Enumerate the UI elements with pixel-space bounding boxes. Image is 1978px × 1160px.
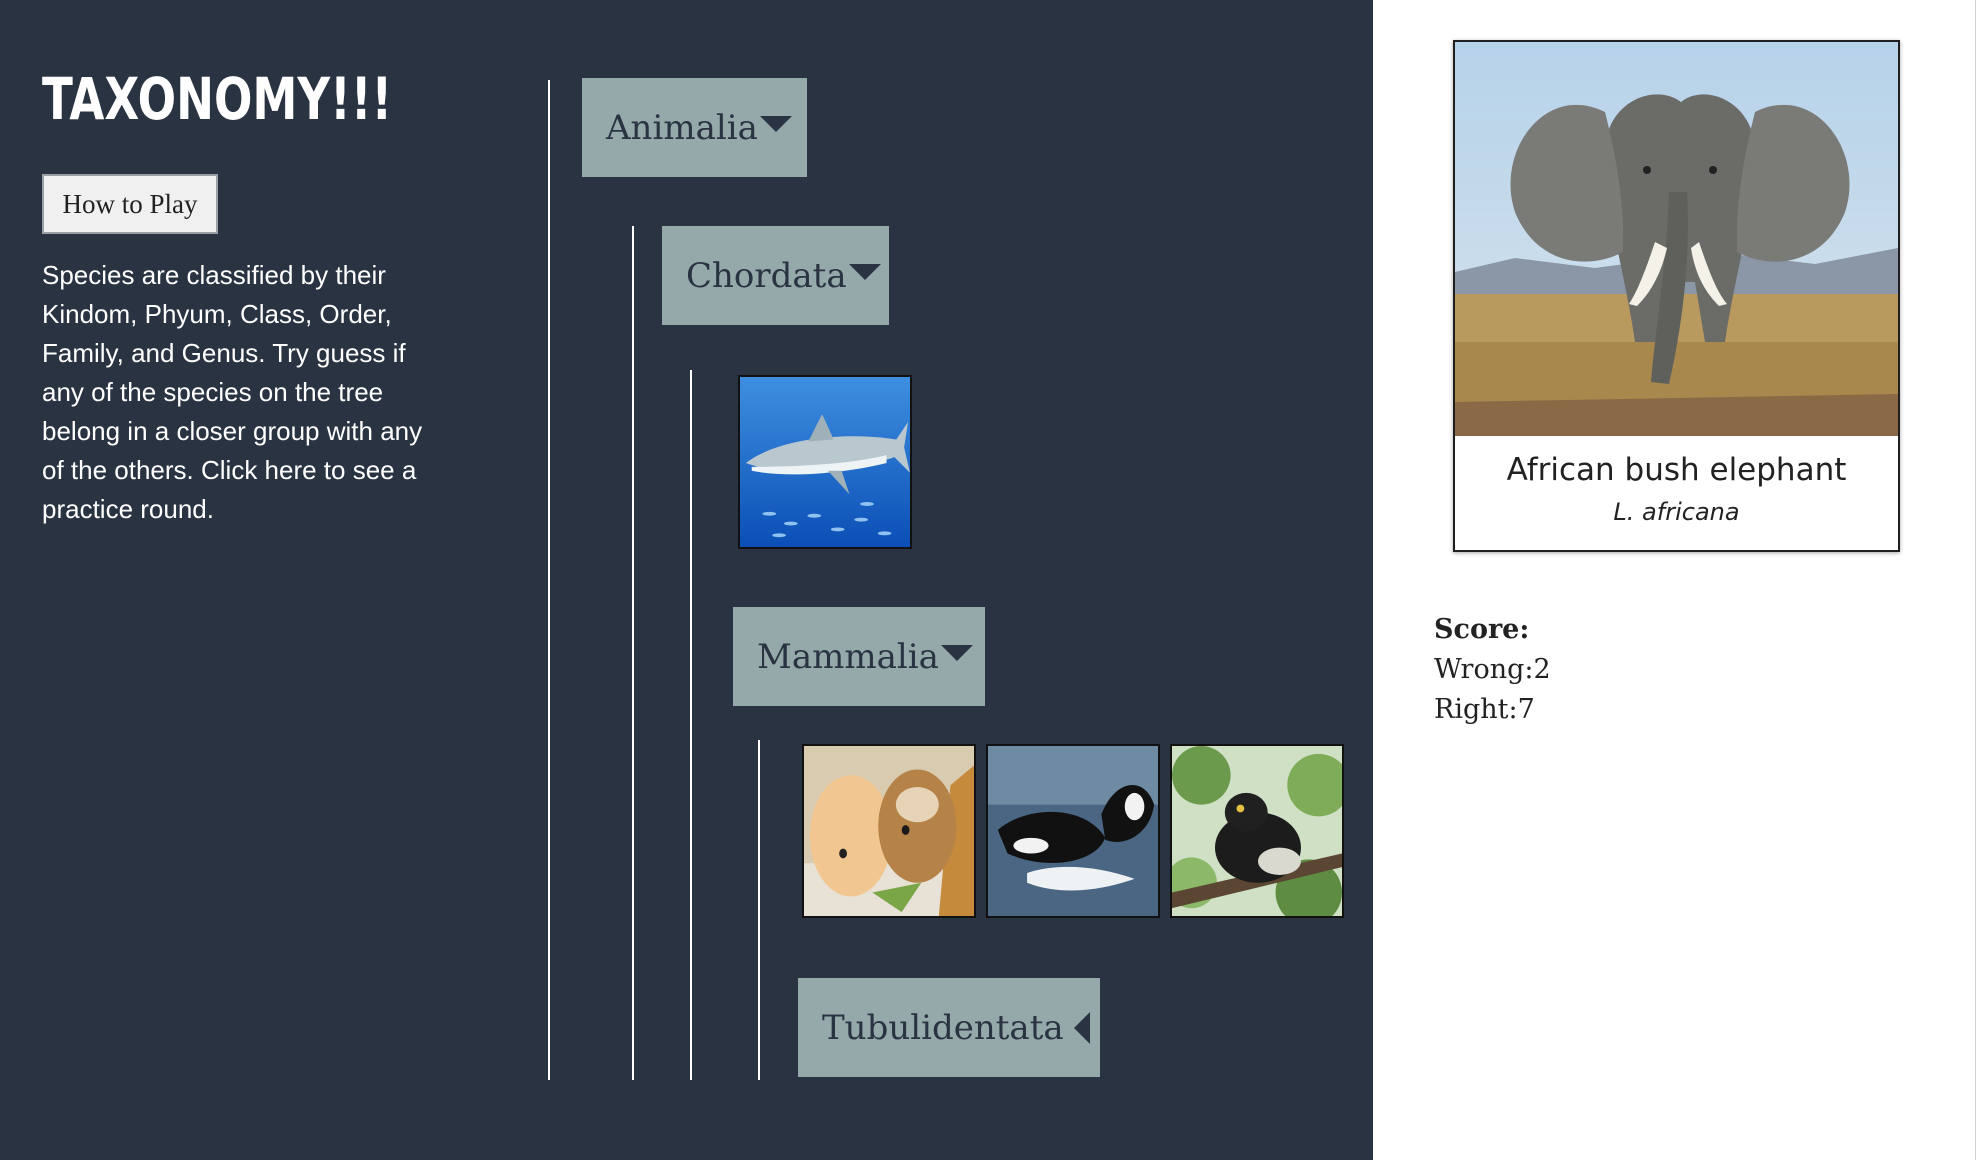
shark-photo[interactable] (738, 375, 912, 549)
page-title: TAXONOMY!!! (42, 65, 393, 133)
node-label: Tubulidentata (822, 1007, 1064, 1048)
chevron-down-icon (759, 115, 792, 132)
score-right: Right:7 (1434, 694, 1535, 725)
tree-line-kingdom (548, 80, 550, 1080)
divider (1975, 0, 1976, 1160)
node-mammalia[interactable]: Mammalia (733, 607, 985, 706)
node-tubulidentata[interactable]: Tubulidentata (798, 978, 1100, 1077)
orca-photo[interactable] (986, 744, 1160, 918)
node-label: Chordata (686, 255, 847, 296)
tree-panel: TAXONOMY!!! How to Play Species are clas… (0, 0, 1373, 1160)
node-chordata[interactable]: Chordata (662, 226, 889, 325)
score-wrong: Wrong:2 (1434, 654, 1551, 685)
guinea-pig-photo[interactable] (802, 744, 976, 918)
lemur-photo[interactable] (1170, 744, 1344, 918)
how-to-play-button[interactable]: How to Play (42, 174, 218, 234)
current-species-card[interactable]: African bush elephant L. africana (1453, 40, 1900, 552)
instructions-text[interactable]: Species are classified by their Kindom, … (42, 256, 442, 529)
tree-line-order (758, 740, 760, 1080)
node-label: Animalia (606, 107, 758, 148)
node-label: Mammalia (757, 636, 939, 677)
node-animalia[interactable]: Animalia (582, 78, 807, 177)
chevron-down-icon (940, 644, 973, 661)
species-scientific-name: L. africana (1613, 498, 1740, 526)
chevron-left-icon (1073, 1011, 1090, 1044)
score-label: Score: (1434, 614, 1530, 645)
elephant-photo (1455, 42, 1898, 436)
tree-line-class (690, 370, 692, 1080)
species-common-name: African bush elephant (1506, 452, 1847, 488)
chevron-down-icon (848, 263, 881, 280)
tree-line-phylum (632, 226, 634, 1080)
